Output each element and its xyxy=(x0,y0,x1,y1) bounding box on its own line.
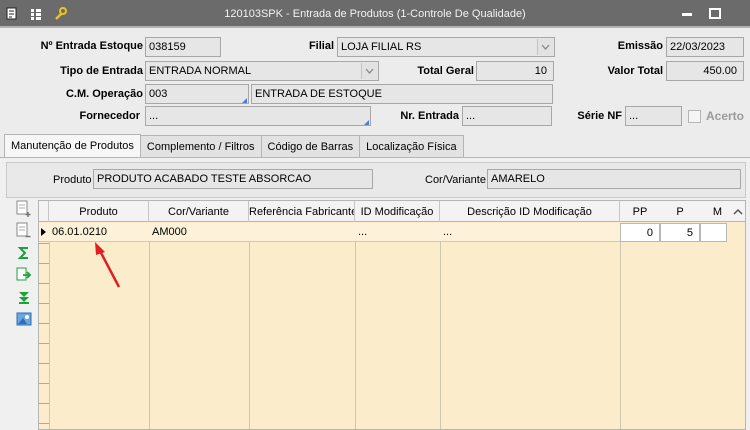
product-info-strip: Produto PRODUTO ACABADO TESTE ABSORCAO C… xyxy=(6,162,746,198)
entrada-label: Nº Entrada Estoque xyxy=(40,40,143,52)
scroll-up-icon[interactable] xyxy=(731,204,745,218)
emissao-field[interactable]: 22/03/2023 xyxy=(666,37,744,57)
valor-total-label: Valor Total xyxy=(607,65,663,77)
filial-value: LOJA FILIAL RS xyxy=(341,41,422,53)
entrada-field[interactable]: 038159 xyxy=(145,37,221,57)
col-m[interactable]: M xyxy=(700,201,735,222)
col-cor-variante[interactable]: Cor/Variante xyxy=(149,201,249,222)
col-id-modificacao[interactable]: ID Modificação xyxy=(355,201,440,222)
cell-produto[interactable]: 06.01.0210 xyxy=(49,223,149,242)
tipo-label: Tipo de Entrada xyxy=(60,65,143,77)
download-icon[interactable] xyxy=(14,288,34,306)
cell-id-modificacao[interactable]: ... xyxy=(355,223,440,242)
table-row[interactable]: 06.01.0210 AM000 ... ... 0 5 xyxy=(39,223,727,242)
col-referencia-fabricante[interactable]: Referência Fabricante xyxy=(249,201,355,222)
grid-header: Produto Cor/Variante Referência Fabrican… xyxy=(39,201,745,222)
tab-codigo-barras[interactable]: Código de Barras xyxy=(260,135,361,157)
cor-label: Cor/Variante xyxy=(425,174,486,186)
maximize-icon[interactable] xyxy=(708,8,722,20)
acerto-checkbox-box[interactable] xyxy=(688,109,701,123)
fornecedor-field[interactable]: ... xyxy=(145,106,371,126)
fornecedor-label: Fornecedor xyxy=(79,110,140,122)
acerto-checkbox[interactable]: Acerto xyxy=(688,109,744,123)
col-p[interactable]: P xyxy=(660,201,700,222)
col-pp[interactable]: PP xyxy=(620,201,660,222)
cell-m[interactable] xyxy=(700,223,727,242)
grid-side-toolbar xyxy=(14,200,36,328)
title-bar: 120103SPK - Entrada de Produtos (1-Contr… xyxy=(0,0,750,28)
delete-row-icon[interactable] xyxy=(14,222,34,240)
grid-body: 06.01.0210 AM000 ... ... 0 5 xyxy=(39,223,745,429)
lookup-icon[interactable] xyxy=(362,118,369,125)
valor-total-field: 450.00 xyxy=(666,61,744,81)
products-grid: Produto Cor/Variante Referência Fabrican… xyxy=(38,200,746,430)
fornecedor-value: ... xyxy=(149,110,159,122)
cell-descricao-modificacao[interactable]: ... xyxy=(440,223,620,242)
tab-bar: Manutenção de Produtos Complemento / Fil… xyxy=(4,134,464,157)
acerto-label: Acerto xyxy=(706,109,745,123)
tipo-select[interactable]: ENTRADA NORMAL xyxy=(145,61,379,81)
add-row-icon[interactable] xyxy=(14,200,34,218)
serie-nf-label: Série NF xyxy=(577,110,622,122)
sum-icon[interactable] xyxy=(14,244,34,262)
col-produto[interactable]: Produto xyxy=(49,201,149,222)
lookup-icon[interactable] xyxy=(240,96,247,103)
tab-localizacao-fisica[interactable]: Localização Física xyxy=(359,135,464,157)
filial-select[interactable]: LOJA FILIAL RS xyxy=(337,37,555,57)
tab-manutencao-produtos[interactable]: Manutenção de Produtos xyxy=(4,134,141,157)
nr-entrada-field[interactable]: ... xyxy=(462,106,552,126)
cm-operacao-code-field[interactable]: 003 xyxy=(145,84,249,104)
produto-field: PRODUTO ACABADO TESTE ABSORCAO xyxy=(93,169,373,189)
cm-operacao-label: C.M. Operação xyxy=(65,88,143,100)
export-icon[interactable] xyxy=(14,266,34,284)
dropdown-arrow-icon[interactable] xyxy=(361,63,377,79)
cell-referencia[interactable] xyxy=(249,223,355,242)
cell-pp[interactable]: 0 xyxy=(620,223,660,242)
produto-label: Produto xyxy=(53,174,92,186)
nr-entrada-label: Nr. Entrada xyxy=(400,110,459,122)
tipo-value: ENTRADA NORMAL xyxy=(149,65,252,77)
cell-cor[interactable]: AM000 xyxy=(149,223,249,242)
grid-corner xyxy=(39,201,49,222)
cm-operacao-code: 003 xyxy=(149,88,168,100)
cor-field: AMARELO xyxy=(487,169,741,189)
row-indicator-icon xyxy=(41,228,46,236)
window-title: 120103SPK - Entrada de Produtos (1-Contr… xyxy=(224,8,526,20)
dropdown-arrow-icon[interactable] xyxy=(537,39,553,55)
total-geral-label: Total Geral xyxy=(417,65,474,77)
total-geral-field: 10 xyxy=(476,61,554,81)
cell-p[interactable]: 5 xyxy=(660,223,700,242)
tab-complemento-filtros[interactable]: Complemento / Filtros xyxy=(139,135,262,157)
minimize-icon[interactable] xyxy=(680,8,694,20)
emissao-label: Emissão xyxy=(617,40,663,52)
header-form: Nº Entrada Estoque 038159 Filial LOJA FI… xyxy=(0,30,750,130)
cm-operacao-desc-field: ENTRADA DE ESTOQUE xyxy=(251,84,553,104)
serie-nf-field[interactable]: ... xyxy=(625,106,682,126)
image-icon[interactable] xyxy=(14,310,34,328)
col-descricao-id-modificacao[interactable]: Descrição ID Modificação xyxy=(440,201,620,222)
filial-label: Filial xyxy=(308,40,334,52)
